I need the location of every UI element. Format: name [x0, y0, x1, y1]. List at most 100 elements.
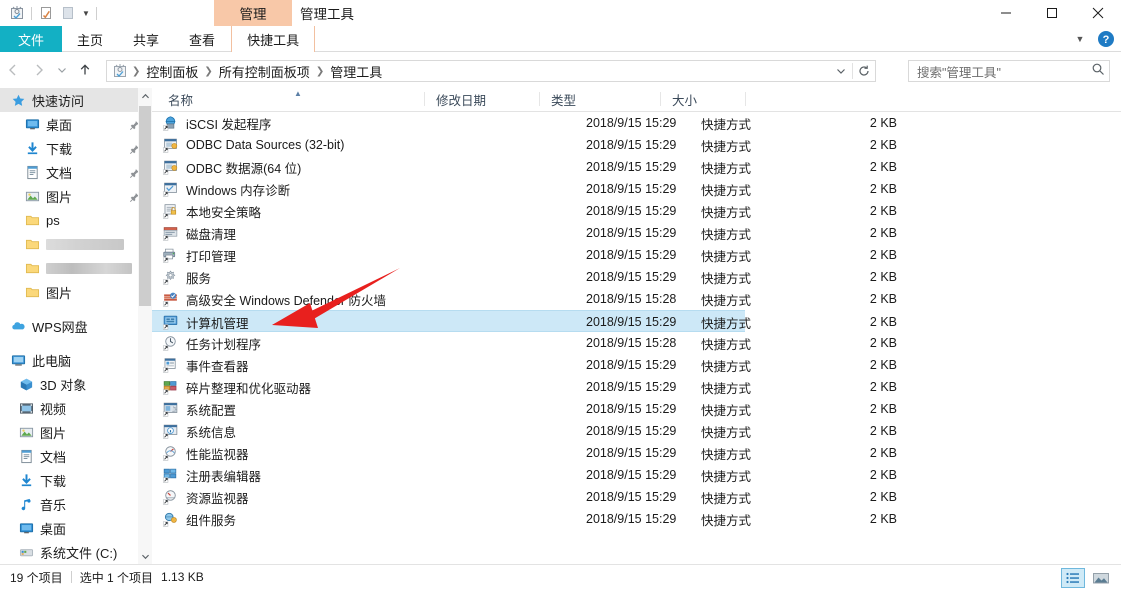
table-row[interactable]: 碎片整理和优化驱动器 2018/9/15 15:29 快捷方式 2 KB — [152, 376, 1121, 398]
tab-view[interactable]: 查看 — [174, 26, 230, 52]
sidebar-item-this-pc[interactable]: 此电脑 — [0, 348, 152, 372]
back-button[interactable] — [0, 53, 26, 87]
sidebar-item-pictures[interactable]: 图片 — [0, 184, 152, 208]
new-folder-icon[interactable] — [57, 3, 79, 23]
pictures-icon — [16, 425, 36, 440]
search-placeholder: 搜索"管理工具" — [917, 65, 1001, 80]
forward-button[interactable] — [26, 53, 52, 87]
contextual-tab-group-header: 管理 — [214, 0, 292, 26]
table-row[interactable]: 系统信息 2018/9/15 15:29 快捷方式 2 KB — [152, 420, 1121, 442]
search-icon[interactable] — [1091, 62, 1105, 81]
sidebar-item-downloads-pc[interactable]: 下载 — [0, 468, 152, 492]
breadcrumb-separator-icon[interactable]: ❯ — [314, 66, 326, 77]
table-row[interactable]: 资源监视器 2018/9/15 15:29 快捷方式 2 KB — [152, 486, 1121, 508]
table-row[interactable]: Windows 内存诊断 2018/9/15 15:29 快捷方式 2 KB — [152, 178, 1121, 200]
column-divider[interactable] — [745, 92, 746, 106]
sidebar-item-desktop-pc[interactable]: 桌面 — [0, 516, 152, 540]
column-header-date-modified[interactable]: 修改日期 — [428, 88, 533, 111]
cell-date-modified: 2018/9/15 15:29 — [586, 226, 677, 240]
properties-icon[interactable] — [35, 3, 57, 23]
sidebar-item-music[interactable]: 音乐 — [0, 492, 152, 516]
large-icons-view-button[interactable] — [1089, 568, 1113, 588]
customize-qat-caret-icon[interactable]: ▼ — [79, 3, 93, 23]
column-divider[interactable] — [660, 92, 661, 106]
sidebar-item-documents[interactable]: 文档 — [0, 160, 152, 184]
breadcrumb-item-all-control-panel-items[interactable]: 所有控制面板项 — [215, 62, 314, 81]
maximize-button[interactable] — [1029, 0, 1075, 26]
column-header-size[interactable]: 大小 — [664, 88, 749, 111]
table-row[interactable]: 任务计划程序 2018/9/15 15:28 快捷方式 2 KB — [152, 332, 1121, 354]
column-divider[interactable] — [539, 92, 540, 106]
scroll-down-icon[interactable] — [138, 548, 152, 564]
admin-tools-icon[interactable] — [6, 3, 28, 23]
sidebar-item-redacted-2[interactable] — [0, 256, 152, 280]
search-input[interactable]: 搜索"管理工具" — [908, 60, 1110, 82]
sidebar-item-ps[interactable]: ps — [0, 208, 152, 232]
sidebar-item-pictures-pc[interactable]: 图片 — [0, 420, 152, 444]
sidebar-item-wps-cloud[interactable]: WPS网盘 — [0, 314, 152, 338]
sidebar-item-documents-pc[interactable]: 文档 — [0, 444, 152, 468]
table-row[interactable]: 本地安全策略 2018/9/15 15:29 快捷方式 2 KB — [152, 200, 1121, 222]
sidebar-item-desktop[interactable]: 桌面 — [0, 112, 152, 136]
breadcrumb-item-administrative-tools[interactable]: 管理工具 — [326, 62, 386, 81]
breadcrumb-separator-icon[interactable]: ❯ — [130, 66, 142, 77]
sidebar-item-system-drive[interactable]: 系统文件 (C:) — [0, 540, 152, 564]
folder-icon — [22, 285, 42, 300]
table-row[interactable]: ODBC 数据源(64 位) 2018/9/15 15:29 快捷方式 2 KB — [152, 156, 1121, 178]
previous-locations-chevron-icon[interactable] — [830, 61, 852, 81]
cell-size: 2 KB — [869, 116, 897, 130]
sidebar-item-downloads[interactable]: 下载 — [0, 136, 152, 160]
tab-share[interactable]: 共享 — [118, 26, 174, 52]
sidebar-item-3d-objects[interactable]: 3D 对象 — [0, 372, 152, 396]
file-name-label: 注册表编辑器 — [186, 469, 262, 484]
3d-objects-icon — [16, 377, 36, 392]
file-rows: iSCSI 发起程序 2018/9/15 15:29 快捷方式 2 KB ODBC Da… — [152, 112, 1121, 530]
table-row[interactable]: 事件查看器 2018/9/15 15:29 快捷方式 2 KB — [152, 354, 1121, 376]
table-row[interactable]: 高级安全 Windows Defender 防火墙 2018/9/15 15:28… — [152, 288, 1121, 310]
scroll-up-icon[interactable] — [138, 88, 152, 104]
table-row[interactable]: 打印管理 2018/9/15 15:29 快捷方式 2 KB — [152, 244, 1121, 266]
cell-name: 打印管理 — [160, 244, 236, 266]
cell-name: ODBC Data Sources (32-bit) — [160, 134, 344, 156]
recent-locations-button[interactable] — [52, 53, 72, 87]
column-header-name[interactable]: 名称 ▲ — [160, 88, 428, 111]
scrollbar-thumb[interactable] — [139, 106, 151, 306]
cell-name: 性能监视器 — [160, 442, 249, 464]
up-button[interactable] — [72, 53, 98, 87]
close-button[interactable] — [1075, 0, 1121, 26]
table-row[interactable]: 磁盘清理 2018/9/15 15:29 快捷方式 2 KB — [152, 222, 1121, 244]
breadcrumb-home-icon[interactable] — [111, 63, 130, 79]
table-row[interactable]: 组件服务 2018/9/15 15:29 快捷方式 2 KB — [152, 508, 1121, 530]
table-row[interactable]: 注册表编辑器 2018/9/15 15:29 快捷方式 2 KB — [152, 464, 1121, 486]
table-row[interactable]: 系统配置 2018/9/15 15:29 快捷方式 2 KB — [152, 398, 1121, 420]
navigation-pane-scrollbar[interactable] — [138, 88, 152, 564]
tab-shortcut-tools[interactable]: 快捷工具 — [231, 26, 316, 52]
sidebar-item-redacted-1[interactable] — [0, 232, 152, 256]
table-row[interactable]: iSCSI 发起程序 2018/9/15 15:29 快捷方式 2 KB — [152, 112, 1121, 134]
file-name-label: 本地安全策略 — [186, 205, 262, 220]
sidebar-item-quick-access[interactable]: 快速访问 — [0, 88, 152, 112]
window-title: 管理工具 — [300, 7, 354, 22]
breadcrumb-separator-icon[interactable]: ❯ — [202, 66, 214, 77]
chevron-down-icon[interactable]: ▼ — [1069, 28, 1091, 50]
breadcrumb[interactable]: ❯ 控制面板 ❯ 所有控制面板项 ❯ 管理工具 — [106, 60, 876, 82]
column-divider[interactable] — [424, 92, 425, 106]
tab-home[interactable]: 主页 — [62, 26, 118, 52]
table-row[interactable]: ODBC Data Sources (32-bit) 2018/9/15 15:2… — [152, 134, 1121, 156]
help-icon[interactable]: ? — [1097, 30, 1115, 48]
details-view-button[interactable] — [1061, 568, 1085, 588]
column-header-type[interactable]: 类型 — [543, 88, 655, 111]
sidebar-item-label: ps — [46, 212, 60, 228]
cell-name: 系统信息 — [160, 420, 236, 442]
breadcrumb-item-control-panel[interactable]: 控制面板 — [142, 62, 202, 81]
tab-file[interactable]: 文件 — [0, 26, 63, 52]
table-row-selected[interactable]: 计算机管理 2018/9/15 15:29 快捷方式 2 KB — [152, 310, 897, 332]
table-row[interactable]: 服务 2018/9/15 15:29 快捷方式 2 KB — [152, 266, 1121, 288]
print-management-shortcut-icon — [160, 246, 180, 264]
sidebar-item-pictures-folder[interactable]: 图片 — [0, 280, 152, 304]
minimize-button[interactable] — [983, 0, 1029, 26]
refresh-icon[interactable] — [853, 61, 875, 81]
cell-size: 2 KB — [869, 315, 897, 329]
table-row[interactable]: 性能监视器 2018/9/15 15:29 快捷方式 2 KB — [152, 442, 1121, 464]
sidebar-item-videos[interactable]: 视频 — [0, 396, 152, 420]
